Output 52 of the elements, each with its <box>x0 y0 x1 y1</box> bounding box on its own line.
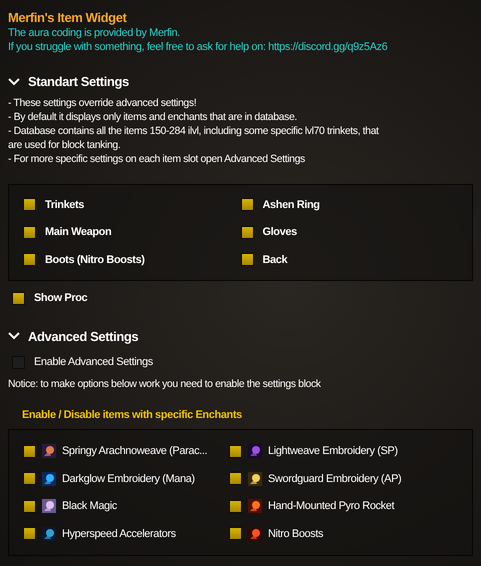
checkbox[interactable] <box>240 198 254 212</box>
option-label: Gloves <box>262 225 297 240</box>
section-header[interactable]: Advanced Settings <box>28 326 138 346</box>
enchant-icon <box>248 526 262 541</box>
checkbox[interactable] <box>23 253 36 266</box>
credit-text: If you struggle with something, feel free to ask for help on: https://discord.gg/q9z5Az6 <box>8 40 388 54</box>
chevron-icon[interactable] <box>8 78 20 86</box>
enchant-icon <box>248 472 262 486</box>
notice-text: Notice: to make options below work you need to enable the settings block <box>8 376 322 390</box>
section-header[interactable]: Standart Settings <box>28 72 129 92</box>
enchant-label: Hyperspeed Accelerators <box>62 526 176 542</box>
option-label: Show Proc <box>34 291 88 306</box>
note-text: - These settings override advanced settings! <box>8 96 198 110</box>
enchant-icon <box>248 499 262 514</box>
enchant-label: Lightweave Embroidery (SP) <box>268 444 398 459</box>
note-text: - For more specific settings on each item slot open Advanced Settings <box>8 152 306 166</box>
option-label: Ashen Ring <box>262 198 320 212</box>
option-label: Boots (Nitro Boosts) <box>45 252 145 268</box>
checkbox[interactable] <box>229 472 242 486</box>
checkbox[interactable] <box>12 292 25 305</box>
enchant-label: Springy Arachnoweave (Parac... <box>62 444 208 459</box>
enchant-label: Black Magic <box>62 499 117 514</box>
chevron-icon[interactable] <box>8 332 20 340</box>
checkbox[interactable] <box>240 226 254 239</box>
enchant-label: Swordguard Embroidery (AP) <box>268 472 402 486</box>
credit-text: The aura coding is provided by Merfin. <box>8 26 181 40</box>
enchant-label: Darkglow Embroidery (Mana) <box>62 472 195 486</box>
option-label: Enable Advanced Settings <box>34 355 153 370</box>
option-label: Trinkets <box>45 198 84 212</box>
note-text: - By default it displays only items and enchants that are in database. <box>8 110 298 124</box>
enchant-icon <box>42 444 56 458</box>
checkbox[interactable] <box>23 198 36 212</box>
option-label: Main Weapon <box>45 225 112 240</box>
enchant-icon <box>42 499 56 514</box>
option-label: Back <box>262 252 288 268</box>
checkbox[interactable] <box>229 500 242 513</box>
enchant-icon <box>42 472 56 486</box>
checkbox[interactable] <box>229 527 242 540</box>
checkbox[interactable] <box>23 527 36 540</box>
note-text: - Database contains all the items 150-284 ilvl, including some specific lvl70 trinkets, that are used for block tanking. <box>8 124 380 152</box>
enchant-icon <box>42 526 56 541</box>
enchant-label: Hand-Mounted Pyro Rocket <box>268 499 394 514</box>
checkbox[interactable] <box>23 226 36 239</box>
enchant-label: Nitro Boosts <box>268 526 324 542</box>
group-title: Enable / Disable items with specific Enchants <box>22 408 243 422</box>
checkbox[interactable] <box>23 444 36 458</box>
widget-title: Merfin's Item Widget <box>8 10 128 26</box>
checkbox[interactable] <box>23 500 36 513</box>
checkbox[interactable] <box>23 472 36 486</box>
enchant-icon <box>248 444 262 458</box>
checkbox[interactable] <box>229 444 242 458</box>
checkbox[interactable] <box>240 253 254 266</box>
